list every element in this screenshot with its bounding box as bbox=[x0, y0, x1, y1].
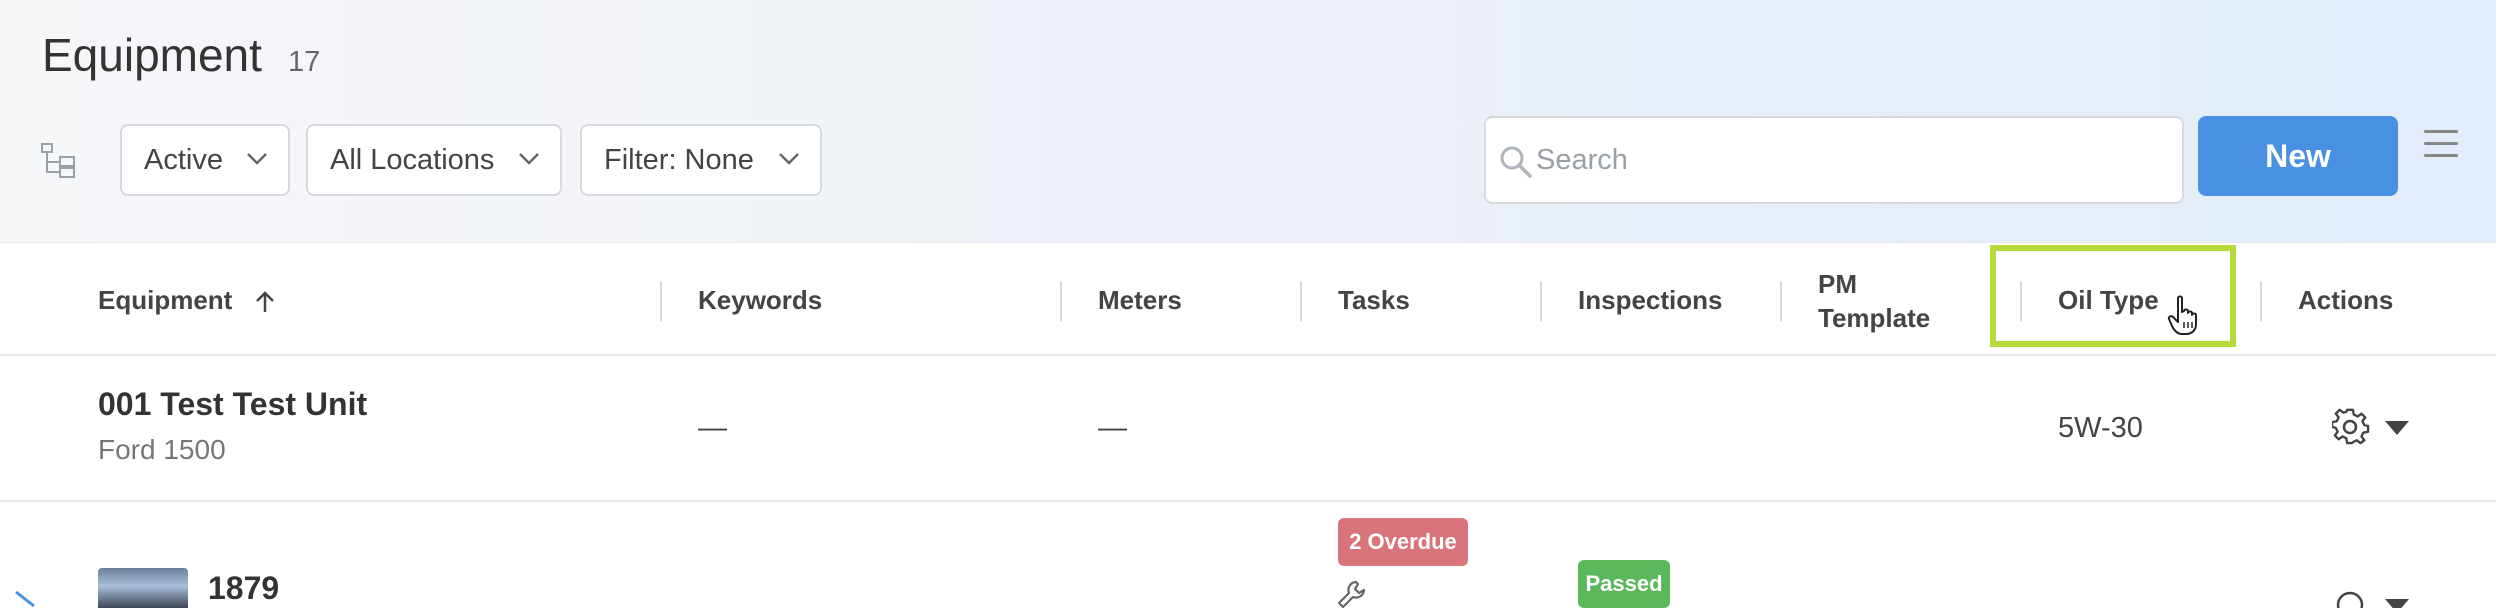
meters-cell: — bbox=[1098, 412, 1127, 444]
sort-up-icon bbox=[255, 291, 274, 313]
column-divider bbox=[660, 281, 662, 321]
pm-template-label-line2: Template bbox=[1818, 303, 1931, 333]
tree-view-icon[interactable] bbox=[40, 140, 80, 180]
expand-icon[interactable] bbox=[14, 590, 42, 608]
column-header-actions: Actions bbox=[2298, 285, 2394, 315]
inspection-passed-badge[interactable]: Passed bbox=[1578, 560, 1670, 608]
keywords-cell: — bbox=[698, 412, 727, 444]
column-divider bbox=[1300, 281, 1302, 321]
chevron-down-icon bbox=[779, 153, 799, 165]
tasks-overdue-badge[interactable]: 2 Overdue bbox=[1338, 518, 1468, 566]
location-dropdown[interactable]: All Locations bbox=[306, 124, 562, 196]
column-divider bbox=[1780, 281, 1782, 321]
page-title: Equipment bbox=[42, 29, 262, 81]
equipment-name[interactable]: 001 Test Test Unit bbox=[98, 386, 367, 423]
table-row[interactable]: 001 Test Test Unit Ford 1500 — — 5W-30 bbox=[0, 356, 2496, 502]
equipment-name[interactable]: 1879 bbox=[208, 570, 279, 607]
column-header-meters[interactable]: Meters bbox=[1098, 285, 1182, 316]
filter-dropdown[interactable]: Filter: None bbox=[580, 124, 822, 196]
caret-down-icon[interactable] bbox=[2384, 420, 2410, 436]
column-header-equipment[interactable]: Equipment bbox=[98, 285, 276, 316]
chevron-down-icon bbox=[247, 153, 267, 165]
table-row[interactable]: 1879 bbox=[0, 502, 2496, 608]
oil-type-cell: 5W-30 bbox=[2058, 412, 2143, 444]
location-dropdown-value: All Locations bbox=[330, 143, 495, 176]
equipment-thumbnail bbox=[98, 568, 188, 608]
pointer-cursor-icon bbox=[2167, 295, 2197, 335]
gear-icon[interactable] bbox=[2332, 408, 2370, 446]
status-dropdown-value: Active bbox=[144, 143, 223, 176]
menu-icon[interactable] bbox=[2424, 130, 2458, 160]
filter-dropdown-value: Filter: None bbox=[604, 143, 754, 176]
column-header-inspections[interactable]: Inspections bbox=[1578, 285, 1722, 316]
equipment-model: Ford 1500 bbox=[98, 434, 226, 465]
caret-down-icon[interactable] bbox=[2384, 598, 2410, 608]
new-button[interactable]: New bbox=[2198, 116, 2398, 196]
chevron-down-icon bbox=[519, 153, 539, 165]
search-icon bbox=[1500, 146, 1532, 178]
column-header-pm-template[interactable]: PM Template bbox=[1818, 267, 1930, 335]
column-header-equipment-label: Equipment bbox=[98, 285, 233, 315]
status-dropdown[interactable]: Active bbox=[120, 124, 290, 196]
page-header: Equipment 17 Active All Locations Filter… bbox=[0, 0, 2496, 242]
pm-template-label-line1: PM bbox=[1818, 269, 1857, 299]
column-divider bbox=[1540, 281, 1542, 321]
column-header-keywords[interactable]: Keywords bbox=[698, 285, 822, 316]
wrench-icon bbox=[1337, 580, 1366, 608]
gear-icon[interactable] bbox=[2332, 586, 2370, 608]
search-input[interactable] bbox=[1536, 134, 2166, 186]
search-box bbox=[1484, 116, 2184, 204]
column-divider bbox=[1060, 281, 1062, 321]
column-header-tasks[interactable]: Tasks bbox=[1338, 285, 1410, 316]
column-divider bbox=[2260, 281, 2262, 321]
equipment-count: 17 bbox=[288, 46, 321, 78]
